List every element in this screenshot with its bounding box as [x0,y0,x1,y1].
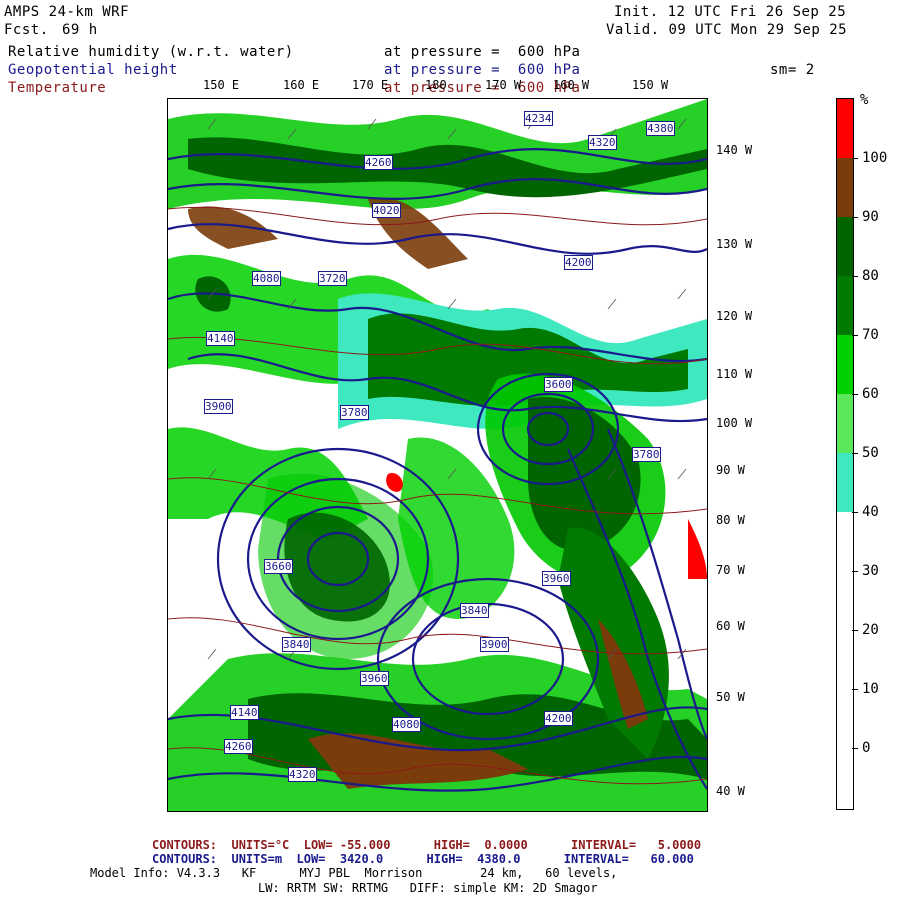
lon-label-60w: 60 W [716,619,745,633]
forecast-label: Fcst. [4,22,49,38]
height-label: 3600 [544,377,573,392]
height-label: 4140 [206,331,235,346]
lon-label-150e: 150 E [203,78,240,92]
colorbar-label-50: 50 [862,445,879,461]
lon-label-130w: 130 W [716,237,753,251]
colorbar-label-70: 70 [862,327,879,343]
lon-label-80w: 80 W [716,513,745,527]
colorbar-swatch-low [837,512,853,809]
colorbar-tick [852,689,858,690]
colorbar-tick [852,276,858,277]
colorbar-unit: % [860,92,869,108]
footer-temp-contours: CONTOURS: UNITS=°C LOW= -55.000 HIGH= 0.… [152,838,702,852]
footer-model-info: Model Info: V4.3.3 KF MYJ PBL Morrison 2… [90,866,618,880]
height-label: 3780 [632,447,661,462]
colorbar-label-0: 0 [862,740,871,756]
lon-label-150w: 150 W [632,78,669,92]
height-label: 4260 [224,739,253,754]
height-label: 4320 [288,767,317,782]
height-label: 4020 [372,203,401,218]
height-label: 3840 [282,637,311,652]
height-label: 4234 [524,111,553,126]
height-label: 3960 [542,571,571,586]
lon-label-50w: 50 W [716,690,745,704]
field-temp-level: at pressure = 600 hPa [384,80,581,96]
colorbar-swatch-40 [837,453,853,512]
lon-label-70w: 70 W [716,563,745,577]
colorbar [836,98,854,810]
smoothing-label: sm= 2 [770,62,815,78]
lon-label-100w: 100 W [716,416,753,430]
height-label: 3900 [204,399,233,414]
colorbar-swatch-60 [837,335,853,394]
colorbar-tick [852,335,858,336]
height-label: 4080 [392,717,421,732]
colorbar-swatch-90 [837,158,853,217]
height-label: 3780 [340,405,369,420]
colorbar-swatch-50 [837,394,853,453]
lon-label-90w: 90 W [716,463,745,477]
colorbar-label-100: 100 [862,150,888,166]
colorbar-tick [852,453,858,454]
footer-model-info-2: LW: RRTM SW: RRTMG DIFF: simple KM: 2D S… [258,881,598,895]
height-label: 3900 [480,637,509,652]
lon-label-140w: 140 W [716,143,753,157]
lon-label-40w: 40 W [716,784,745,798]
height-label: 3840 [460,603,489,618]
map-panel: 4234 4380 4320 4260 4200 4140 4080 4020 … [167,98,708,812]
colorbar-label-30: 30 [862,563,879,579]
colorbar-label-20: 20 [862,622,879,638]
valid-time: Valid. 09 UTC Mon 29 Sep 25 [606,22,848,38]
colorbar-tick [852,217,858,218]
model-title: AMPS 24-km WRF [4,4,130,20]
colorbar-label-40: 40 [862,504,879,520]
init-time: Init. 12 UTC Fri 26 Sep 25 [614,4,847,20]
footer-height-contours: CONTOURS: UNITS=m LOW= 3420.0 HIGH= 4380… [152,852,694,866]
field-rh-level: at pressure = 600 hPa [384,44,581,60]
colorbar-swatch-100 [837,99,853,158]
height-label: 4320 [588,135,617,150]
height-label: 4200 [544,711,573,726]
lon-label-160e: 160 E [283,78,320,92]
height-label: 3960 [360,671,389,686]
forecast-hour: 69 h [62,22,98,38]
colorbar-tick [852,630,858,631]
colorbar-label-60: 60 [862,386,879,402]
colorbar-tick [852,394,858,395]
colorbar-tick [852,748,858,749]
height-label: 4380 [646,121,675,136]
lon-label-180: 180 [425,78,447,92]
colorbar-label-80: 80 [862,268,879,284]
field-height-name: Geopotential height [8,62,178,78]
height-label: 4080 [252,271,281,286]
colorbar-label-10: 10 [862,681,879,697]
lon-label-120w: 120 W [716,309,753,323]
colorbar-tick [852,571,858,572]
height-label: 3660 [264,559,293,574]
colorbar-swatch-80 [837,217,853,276]
lon-label-110w: 110 W [716,367,753,381]
lon-label-170w: 170 W [485,78,522,92]
height-label: 4260 [364,155,393,170]
colorbar-label-90: 90 [862,209,879,225]
height-label: 3720 [318,271,347,286]
height-label: 4200 [564,255,593,270]
lon-label-160w: 160 W [553,78,590,92]
colorbar-tick [852,512,858,513]
lon-label-170e: 170 E [352,78,389,92]
colorbar-swatch-70 [837,276,853,335]
field-rh-name: Relative humidity (w.r.t. water) [8,44,294,60]
colorbar-tick [852,158,858,159]
field-temp-name: Temperature [8,80,107,96]
height-label: 4140 [230,705,259,720]
field-height-level: at pressure = 600 hPa [384,62,581,78]
